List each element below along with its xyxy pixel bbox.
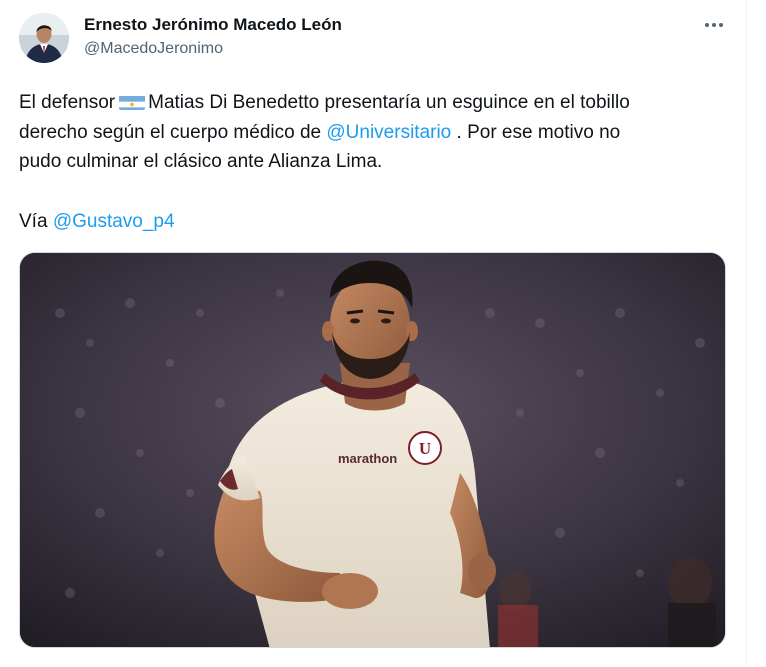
tweet-text-line-2: derecho según el cuerpo médico de @Unive…: [19, 118, 729, 148]
more-horizontal-icon: [705, 23, 709, 27]
tweet-card: Ernesto Jerónimo Macedo León @MacedoJero…: [0, 0, 747, 667]
tweet-text-line-3: pudo culminar el clásico ante Alianza Li…: [19, 151, 383, 172]
tweet-via-line: Vía @Gustavo_p4: [19, 207, 175, 236]
tweet-text-segment: derecho según el cuerpo médico de: [19, 121, 322, 143]
tweet-text-segment: Matias Di Benedetto presentaría un esgui…: [148, 92, 630, 113]
author-handle[interactable]: @MacedoJeronimo: [84, 40, 223, 58]
player-photo: U marathon: [20, 253, 725, 647]
via-label: Vía: [19, 211, 48, 232]
mention-link-gustavo[interactable]: @Gustavo_p4: [53, 211, 175, 232]
tweet-media-photo[interactable]: U marathon: [19, 252, 726, 648]
tweet-text-segment: . Por ese motivo no: [456, 121, 621, 143]
jersey-sponsor-text: marathon: [338, 451, 397, 466]
tweet-text-line-1: El defensor Matias Di Benedetto presentar…: [19, 88, 729, 118]
club-crest-letter: U: [419, 439, 431, 458]
author-name[interactable]: Ernesto Jerónimo Macedo León: [84, 15, 342, 35]
more-horizontal-icon-dot: [712, 23, 716, 27]
mention-link-universitario[interactable]: @Universitario: [326, 122, 451, 143]
argentina-flag-icon: [119, 93, 146, 110]
more-horizontal-icon-dot: [719, 23, 723, 27]
tweet-text-segment: El defensor: [19, 92, 116, 113]
avatar-image: [19, 13, 69, 63]
more-options-button[interactable]: [696, 12, 732, 38]
tweet-text: El defensor Matias Di Benedetto presentar…: [19, 88, 729, 177]
author-avatar[interactable]: [19, 13, 69, 63]
